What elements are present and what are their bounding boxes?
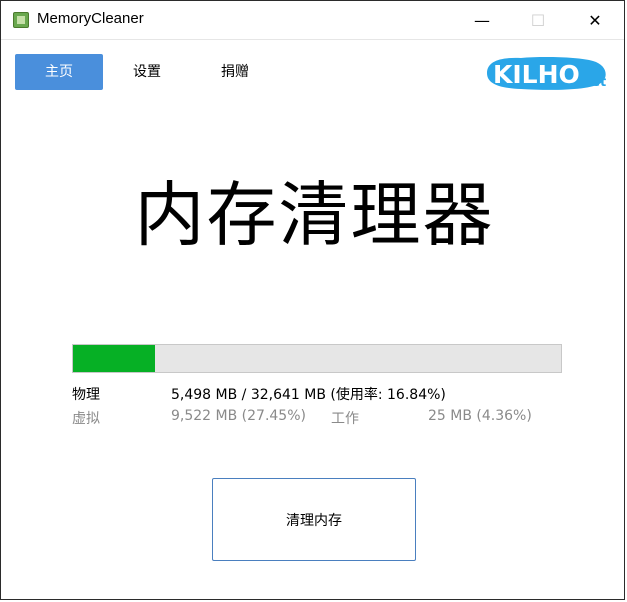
app-headline: 内存清理器	[134, 174, 495, 256]
virtual-value: 9,522 MB (27.45%)	[171, 408, 306, 424]
working-label: 工作	[331, 411, 359, 427]
maximize-button[interactable]: ☐	[511, 1, 565, 39]
virtual-label: 虚拟	[72, 411, 100, 427]
physical-value: 5,498 MB / 32,641 MB (使用率: 16.84%)	[171, 387, 446, 403]
logo-main-text: KILHO	[493, 60, 580, 89]
app-window: MemoryCleaner — ☐ ✕ 主页 设置 捐赠 KILHO .net …	[0, 0, 625, 600]
logo-suffix-text: .net	[577, 75, 606, 90]
close-button[interactable]: ✕	[568, 1, 622, 39]
memory-chip-icon	[13, 12, 29, 28]
title-separator	[1, 39, 624, 40]
minimize-button[interactable]: —	[455, 1, 509, 39]
physical-label: 物理	[72, 387, 100, 403]
tab-settings[interactable]: 设置	[115, 54, 179, 90]
working-value: 25 MB (4.36%)	[428, 408, 532, 424]
memory-usage-fill	[73, 345, 156, 372]
memory-usage-bar	[72, 344, 562, 373]
kilho-logo[interactable]: KILHO .net	[483, 53, 613, 93]
tab-donate[interactable]: 捐赠	[203, 54, 267, 90]
title-bar[interactable]: MemoryCleaner — ☐ ✕	[1, 1, 624, 39]
clean-memory-button[interactable]: 清理内存	[212, 478, 416, 561]
tab-home[interactable]: 主页	[15, 54, 103, 90]
window-title: MemoryCleaner	[37, 10, 144, 27]
